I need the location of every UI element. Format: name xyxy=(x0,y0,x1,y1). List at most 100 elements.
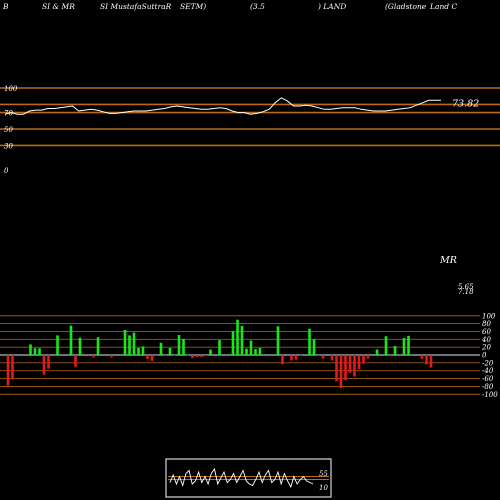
mr-bar-negative xyxy=(425,355,428,365)
mr-bar-positive xyxy=(407,335,410,355)
mr-tick-label: -40 xyxy=(482,367,494,375)
mr-bar-negative xyxy=(92,355,95,358)
mr-bar-negative xyxy=(344,355,347,381)
mr-last-value: 7.18 xyxy=(458,288,474,296)
mr-bar-positive xyxy=(182,338,185,355)
mr-tick-label: -80 xyxy=(482,383,494,391)
mr-bar-negative xyxy=(429,355,433,368)
mr-bar-positive xyxy=(254,349,257,355)
rsi-tick-label: 100 xyxy=(4,85,18,93)
mini-tick-label: 55 xyxy=(319,470,328,478)
mr-bar-negative xyxy=(146,355,149,359)
mr-title: MR xyxy=(439,255,457,266)
mr-bar-positive xyxy=(128,335,131,355)
rsi-tick-label: 0 xyxy=(4,167,9,175)
mini-panel: 55 10 xyxy=(165,458,332,498)
header-item: (Gladstone xyxy=(385,2,427,11)
mr-bar-positive xyxy=(132,332,136,355)
mr-bar-positive xyxy=(29,344,32,355)
mr-bar-negative xyxy=(150,355,154,361)
mr-bar-negative xyxy=(6,355,10,386)
mr-bar-negative xyxy=(281,355,284,365)
mr-bar-negative xyxy=(420,355,424,359)
mr-bar-negative xyxy=(330,355,334,361)
mr-bar-positive xyxy=(393,346,397,355)
mr-bar-negative xyxy=(173,355,176,356)
mr-bar-positive xyxy=(236,319,239,355)
mr-bar-negative xyxy=(317,355,320,356)
mr-bar-positive xyxy=(218,340,221,355)
mr-bar-negative xyxy=(299,355,302,356)
mr-bar-positive xyxy=(308,328,311,355)
mr-bar-negative xyxy=(186,355,190,356)
mr-bar-negative xyxy=(321,355,325,359)
mr-bar-positive xyxy=(69,325,73,355)
mr-bar-positive xyxy=(249,340,253,355)
mr-bar-negative xyxy=(335,355,338,382)
mr-bar-negative xyxy=(348,355,352,373)
mr-bar-negative xyxy=(47,355,50,369)
header-item: SI & MR xyxy=(42,2,75,11)
mini-line xyxy=(169,467,314,489)
mr-bar-negative xyxy=(362,355,365,364)
mr-tick-label: 20 xyxy=(481,344,491,352)
header-item: B xyxy=(2,2,9,11)
rsi-tick-label: 50 xyxy=(4,126,13,134)
mr-bar-positive xyxy=(168,347,172,355)
mr-tick-label: -100 xyxy=(482,391,498,399)
mr-bar-positive xyxy=(240,326,244,355)
mr-bar-negative xyxy=(357,355,361,370)
mr-bar-negative xyxy=(366,355,370,359)
mr-tick-label: 40 xyxy=(481,336,491,344)
header-item: SETM) xyxy=(180,2,206,11)
header-item: Land C xyxy=(429,2,457,11)
mr-bar-positive xyxy=(312,339,316,355)
mr-bar-negative xyxy=(42,355,46,375)
mr-bar-negative xyxy=(353,355,356,377)
mr-bar-positive xyxy=(231,331,235,355)
mr-bar-positive xyxy=(177,335,181,355)
mr-bar-positive xyxy=(38,348,41,355)
rsi-panel: 100705030073.82 xyxy=(0,85,500,175)
header-item: (3.5 xyxy=(250,2,265,11)
mr-bar-negative xyxy=(74,355,77,367)
mr-bar-negative xyxy=(294,355,298,360)
rsi-line xyxy=(4,97,441,115)
mr-bar-negative xyxy=(290,355,293,361)
mr-bar-positive xyxy=(123,329,127,355)
mr-tick-label: 100 xyxy=(482,312,496,320)
header-item: SI MustafaSuttraR xyxy=(100,2,172,11)
mr-bar-positive xyxy=(209,349,212,355)
mr-bar-positive xyxy=(245,348,248,355)
mr-bar-negative xyxy=(195,355,199,357)
mr-bar-positive xyxy=(78,337,82,355)
chart-header: B SI & MR SI MustafaSuttraR SETM) (3.5 )… xyxy=(2,2,457,11)
mr-bar-positive xyxy=(141,346,145,355)
mr-bar-negative xyxy=(164,355,167,356)
mr-bar-negative xyxy=(110,355,113,358)
mr-bar-negative xyxy=(191,355,194,359)
mr-bar-positive xyxy=(375,349,379,355)
mr-bar-positive xyxy=(276,326,280,355)
mr-bar-negative xyxy=(339,355,343,388)
mr-tick-label: 60 xyxy=(482,328,491,336)
mr-bar-positive xyxy=(258,347,262,355)
chart: B SI & MR SI MustafaSuttraR SETM) (3.5 )… xyxy=(0,2,500,498)
mr-bar-positive xyxy=(137,347,140,355)
mr-panel: 100806040200-20-40-60-80-100MR5.657.18 xyxy=(0,255,498,399)
mr-bar-negative xyxy=(11,355,14,380)
mr-bar-negative xyxy=(200,355,203,357)
mr-bar-positive xyxy=(96,337,100,355)
mr-bar-negative xyxy=(389,355,392,357)
mini-tick-label: 10 xyxy=(319,484,328,492)
mr-bar-negative xyxy=(204,355,208,356)
mr-tick-label: -60 xyxy=(482,375,494,383)
mr-bar-positive xyxy=(402,338,406,355)
mr-bar-positive xyxy=(159,342,163,355)
mr-bar-positive xyxy=(33,348,37,355)
header-item: ) LAND xyxy=(317,2,346,11)
mr-tick-label: -20 xyxy=(482,359,494,367)
mr-tick-label: 80 xyxy=(482,320,491,328)
mr-bar-positive xyxy=(384,336,388,355)
rsi-last-value: 73.82 xyxy=(452,98,479,109)
